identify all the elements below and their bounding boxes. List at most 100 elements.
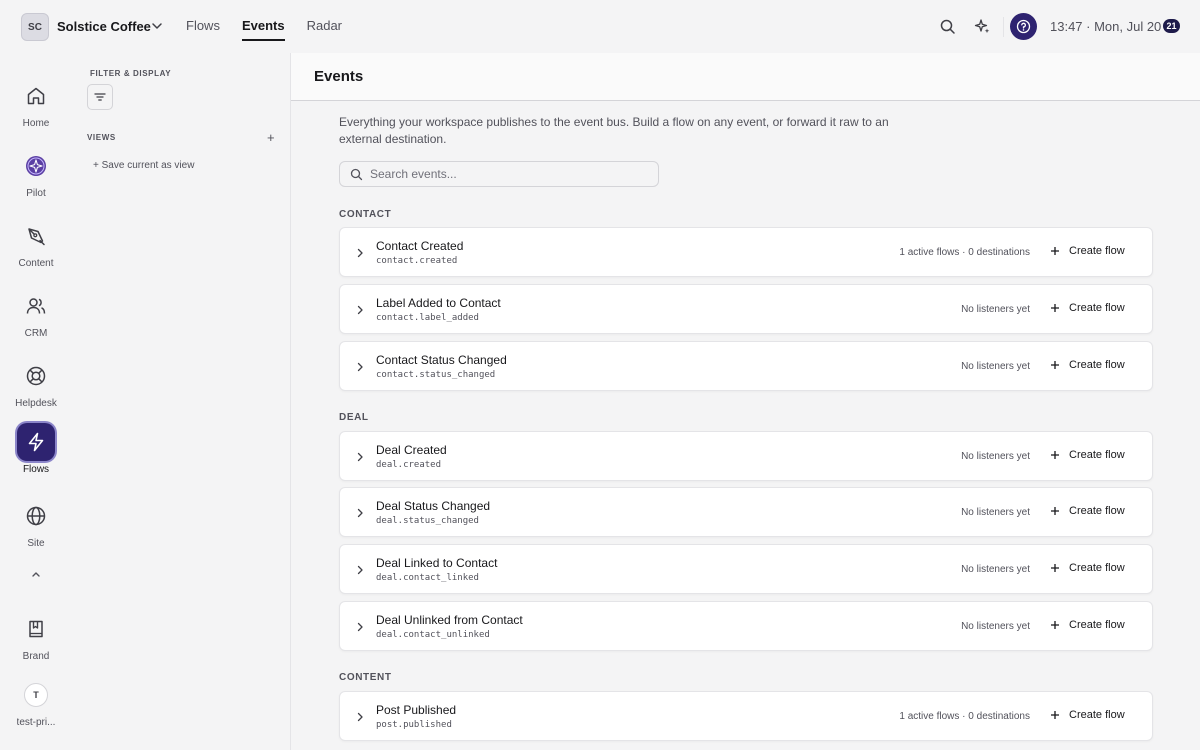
- event-status: No listeners yet: [961, 507, 1030, 518]
- users-icon: [26, 298, 46, 314]
- tab-events[interactable]: Events: [241, 18, 285, 41]
- chevron-right-icon[interactable]: [354, 304, 366, 316]
- event-name: Contact Status Changed: [376, 353, 507, 367]
- globe-icon: [26, 506, 46, 526]
- divider: [1003, 17, 1004, 37]
- chevron-right-icon[interactable]: [354, 361, 366, 373]
- rail-item-content[interactable]: Content: [0, 217, 72, 269]
- create-flow-button[interactable]: Create flow: [1050, 359, 1125, 371]
- event-row[interactable]: Deal Linked to Contact deal.contact_link…: [339, 544, 1153, 594]
- plus-icon: [1051, 711, 1059, 719]
- plus-icon: [1051, 451, 1059, 459]
- workspace-avatar[interactable]: SC: [21, 13, 49, 41]
- pen-icon: [28, 228, 45, 246]
- event-row[interactable]: Contact Created contact.created 1 active…: [339, 227, 1153, 277]
- user-avatar: T: [24, 683, 48, 707]
- rail-item-user[interactable]: T test-pri...: [0, 676, 72, 728]
- event-row[interactable]: Deal Unlinked from Contact deal.contact_…: [339, 601, 1153, 651]
- rail-label: Content: [18, 258, 54, 269]
- chevron-right-icon[interactable]: [354, 507, 366, 519]
- home-icon: [27, 87, 45, 105]
- rail-icon-wrap: [17, 497, 55, 535]
- rail-icon-wrap: [17, 610, 55, 648]
- create-flow-button[interactable]: Create flow: [1050, 562, 1125, 574]
- help-button[interactable]: [1010, 13, 1037, 40]
- chevron-right-icon[interactable]: [354, 247, 366, 259]
- top-nav: Flows Events Radar: [186, 18, 342, 41]
- rail-item-brand[interactable]: Brand: [0, 610, 72, 662]
- event-name: Deal Unlinked from Contact: [376, 613, 523, 627]
- rail-item-site[interactable]: Site: [0, 497, 72, 549]
- create-flow-button[interactable]: Create flow: [1050, 619, 1125, 631]
- chevron-up-icon[interactable]: [29, 567, 43, 581]
- rail-label: Site: [27, 538, 45, 549]
- event-row[interactable]: Contact Status Changed contact.status_ch…: [339, 341, 1153, 391]
- filter-button[interactable]: [87, 84, 113, 110]
- chevron-down-icon[interactable]: [150, 19, 164, 33]
- event-row[interactable]: Label Added to Contact contact.label_add…: [339, 284, 1153, 334]
- create-flow-button[interactable]: Create flow: [1050, 449, 1125, 461]
- lifebuoy-icon: [26, 366, 46, 386]
- event-code: deal.contact_linked: [376, 573, 479, 583]
- chevron-right-icon[interactable]: [354, 564, 366, 576]
- create-flow-button[interactable]: Create flow: [1050, 245, 1125, 257]
- pilot-icon: [26, 156, 46, 176]
- event-code: post.published: [376, 720, 452, 730]
- search-input[interactable]: [370, 167, 650, 181]
- help-icon: [1016, 19, 1031, 34]
- chevron-right-icon[interactable]: [354, 711, 366, 723]
- plus-icon: [1051, 564, 1059, 572]
- create-flow-label: Create flow: [1069, 302, 1125, 314]
- plus-icon: [1051, 507, 1059, 515]
- notification-badge[interactable]: 21: [1163, 19, 1180, 33]
- sparkle-icon[interactable]: [974, 18, 991, 35]
- rail-item-pilot[interactable]: Pilot: [0, 147, 72, 199]
- search-icon: [350, 168, 363, 180]
- rail-item-flows[interactable]: Flows: [0, 423, 72, 475]
- page-description: Everything your workspace publishes to t…: [339, 115, 889, 146]
- search-icon[interactable]: [939, 18, 956, 35]
- create-flow-button[interactable]: Create flow: [1050, 709, 1125, 721]
- tab-radar[interactable]: Radar: [307, 18, 342, 41]
- event-name: Contact Created: [376, 239, 464, 253]
- event-code: deal.created: [376, 460, 442, 470]
- event-row[interactable]: Post Published post.published 1 active f…: [339, 691, 1153, 741]
- views-heading: VIEWS: [87, 133, 116, 142]
- event-row[interactable]: Deal Created deal.created No listeners y…: [339, 431, 1153, 481]
- rail-item-home[interactable]: Home: [0, 77, 72, 129]
- rail-icon-wrap: [17, 287, 55, 325]
- workspace-name[interactable]: Solstice Coffee: [57, 19, 151, 34]
- rail-icon-wrap: [17, 147, 55, 185]
- event-row[interactable]: Deal Status Changed deal.status_changed …: [339, 487, 1153, 537]
- rail-item-crm[interactable]: CRM: [0, 287, 72, 339]
- left-rail: Home Pilot Content CRM Helpdesk Flows Si…: [0, 53, 72, 750]
- create-flow-label: Create flow: [1069, 709, 1125, 721]
- rail-label: Home: [22, 118, 50, 129]
- create-flow-button[interactable]: Create flow: [1050, 302, 1125, 314]
- top-bar: SC Solstice Coffee Flows Events Radar 13…: [0, 0, 1200, 53]
- event-code: deal.contact_unlinked: [376, 630, 490, 640]
- rail-label: CRM: [24, 328, 48, 339]
- search-box[interactable]: [339, 161, 659, 187]
- chevron-right-icon[interactable]: [354, 451, 366, 463]
- plus-icon: [1051, 361, 1059, 369]
- rail-item-helpdesk[interactable]: Helpdesk: [0, 357, 72, 409]
- add-view-button[interactable]: +: [267, 130, 275, 145]
- rail-label: Brand: [22, 651, 50, 662]
- rail-label: Helpdesk: [15, 398, 57, 409]
- create-flow-label: Create flow: [1069, 449, 1125, 461]
- event-status: 1 active flows · 0 destinations: [899, 247, 1030, 258]
- event-code: contact.created: [376, 256, 458, 266]
- section-label: CONTACT: [339, 209, 392, 220]
- event-status: No listeners yet: [961, 361, 1030, 372]
- create-flow-button[interactable]: Create flow: [1050, 505, 1125, 517]
- rail-icon-wrap: [17, 217, 55, 255]
- plus-icon: [1051, 621, 1059, 629]
- chevron-right-icon[interactable]: [354, 621, 366, 633]
- create-flow-label: Create flow: [1069, 359, 1125, 371]
- tab-flows[interactable]: Flows: [186, 18, 220, 41]
- save-view-link[interactable]: + Save current as view: [93, 160, 194, 171]
- rail-label: Flows: [22, 464, 50, 475]
- rail-label: Pilot: [26, 188, 46, 199]
- lightning-icon: [28, 432, 44, 452]
